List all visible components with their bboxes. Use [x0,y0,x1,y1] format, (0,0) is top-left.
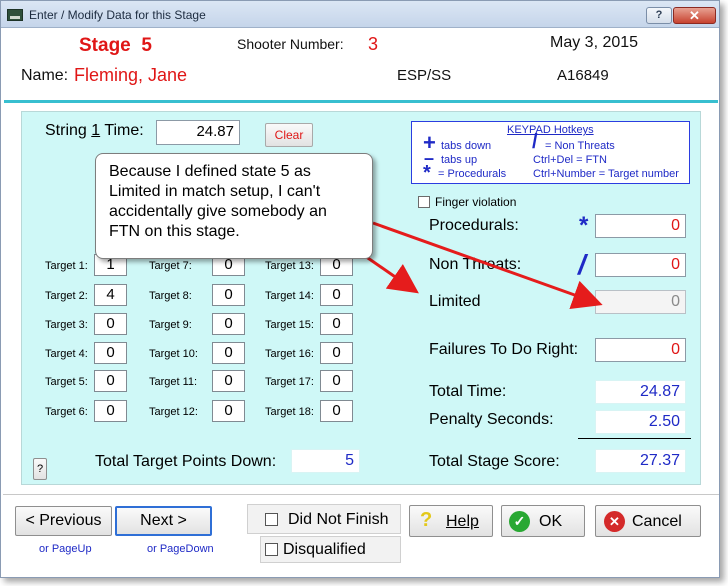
callout-arrows [364,221,603,310]
stage-data-window: Enter / Modify Data for this Stage ? ✕ S… [0,0,720,578]
cancel-label: Cancel [632,513,682,530]
disqualified-checkbox[interactable] [265,543,278,556]
arrow-to-limited-label [364,254,419,294]
footer-divider [3,494,719,495]
previous-button[interactable]: < Previous [15,506,112,536]
annotation-callout: Because I defined state 5 as Limited in … [95,153,373,259]
disqualified-box[interactable]: Disqualified [260,536,401,563]
cancel-x-icon: ✕ [604,511,625,532]
help-button[interactable]: ? Help [409,505,493,537]
disqualified-label: Disqualified [283,541,366,558]
did-not-finish-box[interactable]: Did Not Finish [247,504,401,534]
arrow-to-limited-field [372,221,603,310]
next-hint: or PageDown [147,543,214,555]
ok-button[interactable]: ✓ OK [501,505,585,537]
ok-label: OK [539,513,563,530]
question-icon: ? [420,509,433,531]
help-label: Help [446,513,479,530]
check-icon: ✓ [509,511,530,532]
previous-hint: or PageUp [39,543,92,555]
did-not-finish-checkbox[interactable] [265,513,278,526]
did-not-finish-label: Did Not Finish [288,511,389,528]
next-button[interactable]: Next > [115,506,212,536]
cancel-button[interactable]: ✕ Cancel [595,505,701,537]
